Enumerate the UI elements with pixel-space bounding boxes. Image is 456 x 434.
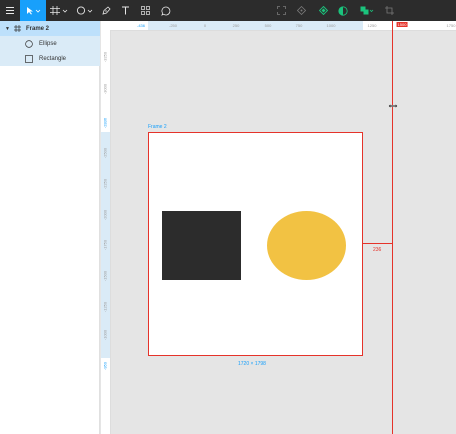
resize-cursor-icon [388,96,398,109]
ruler-tick: 1000 [326,23,336,28]
ruler-tick: 500 [264,23,272,28]
toolbar [0,0,456,21]
menu-icon[interactable] [0,0,20,21]
layer-label: Rectangle [39,55,67,62]
mask-icon[interactable] [336,0,350,21]
ruler-tick: -2000 [102,209,108,221]
ruler-tick: 250 [232,23,240,28]
move-tool-button[interactable] [20,0,46,21]
crop-icon[interactable] [382,0,396,21]
ruler-tick: -1750 [102,239,108,251]
ruler-tick: -436 [136,23,146,28]
ruler-tick: 750 [295,23,303,28]
ruler-tick: -1000 [102,329,108,341]
guide-measure-line [363,243,393,244]
rectangle-icon [25,54,33,63]
ruler-guide-marker: 1500 [396,22,408,27]
horizontal-ruler[interactable]: -436 -250 0 250 500 750 1000 1250 1500 1… [101,21,456,31]
comment-icon[interactable] [157,0,175,21]
ruler-tick: 1250 [367,23,377,28]
text-tool-icon[interactable] [117,0,133,21]
layers-panel: ▼ Frame 2 Ellipse Rectangle [0,21,100,434]
frame-size-label: 1720 × 1798 [238,361,266,367]
ruler-tick: -3250 [102,51,108,63]
frame-tool-button[interactable] [46,0,72,21]
ruler-tick: -1250 [102,301,108,313]
ellipse-icon [25,39,33,48]
pen-tool-icon[interactable] [98,0,114,21]
chevron-down-icon[interactable]: ▼ [5,26,10,32]
layer-item-ellipse[interactable]: Ellipse [0,36,100,51]
ruler-tick: -3000 [102,83,108,95]
layer-item-rectangle[interactable]: Rectangle [0,51,100,66]
layer-label: Ellipse [39,40,57,47]
shape-tool-button[interactable] [72,0,98,21]
vertical-ruler[interactable]: -3250 -3000 -2836 -2500 -2250 -2000 -175… [101,30,111,434]
vertical-guide[interactable] [392,21,393,434]
ruler-tick: 1750 [446,23,456,28]
create-component-icon[interactable] [316,0,330,21]
frame-icon [14,25,21,32]
ruler-tick: -2250 [102,178,108,190]
layer-item-frame[interactable]: ▼ Frame 2 [0,21,100,36]
frame-2[interactable] [148,132,363,356]
ruler-tick: 0 [203,23,207,28]
layer-label: Frame 2 [26,25,50,32]
ellipse-shape[interactable] [267,211,346,280]
rectangle-shape[interactable] [162,211,241,280]
ruler-tick: -250 [168,23,178,28]
frame-selection-icon[interactable] [274,0,288,21]
ruler-tick: -2500 [102,147,108,159]
guide-distance-label: 236 [373,247,382,253]
components-icon[interactable] [137,0,153,21]
component-diamond-icon[interactable] [294,0,308,21]
ruler-tick: -950 [102,361,108,371]
ruler-tick: -2836 [102,117,108,129]
boolean-union-icon[interactable] [358,0,376,21]
frame-name-label[interactable]: Frame 2 [148,124,167,130]
ruler-corner [101,21,110,30]
ruler-tick: -1500 [102,270,108,282]
